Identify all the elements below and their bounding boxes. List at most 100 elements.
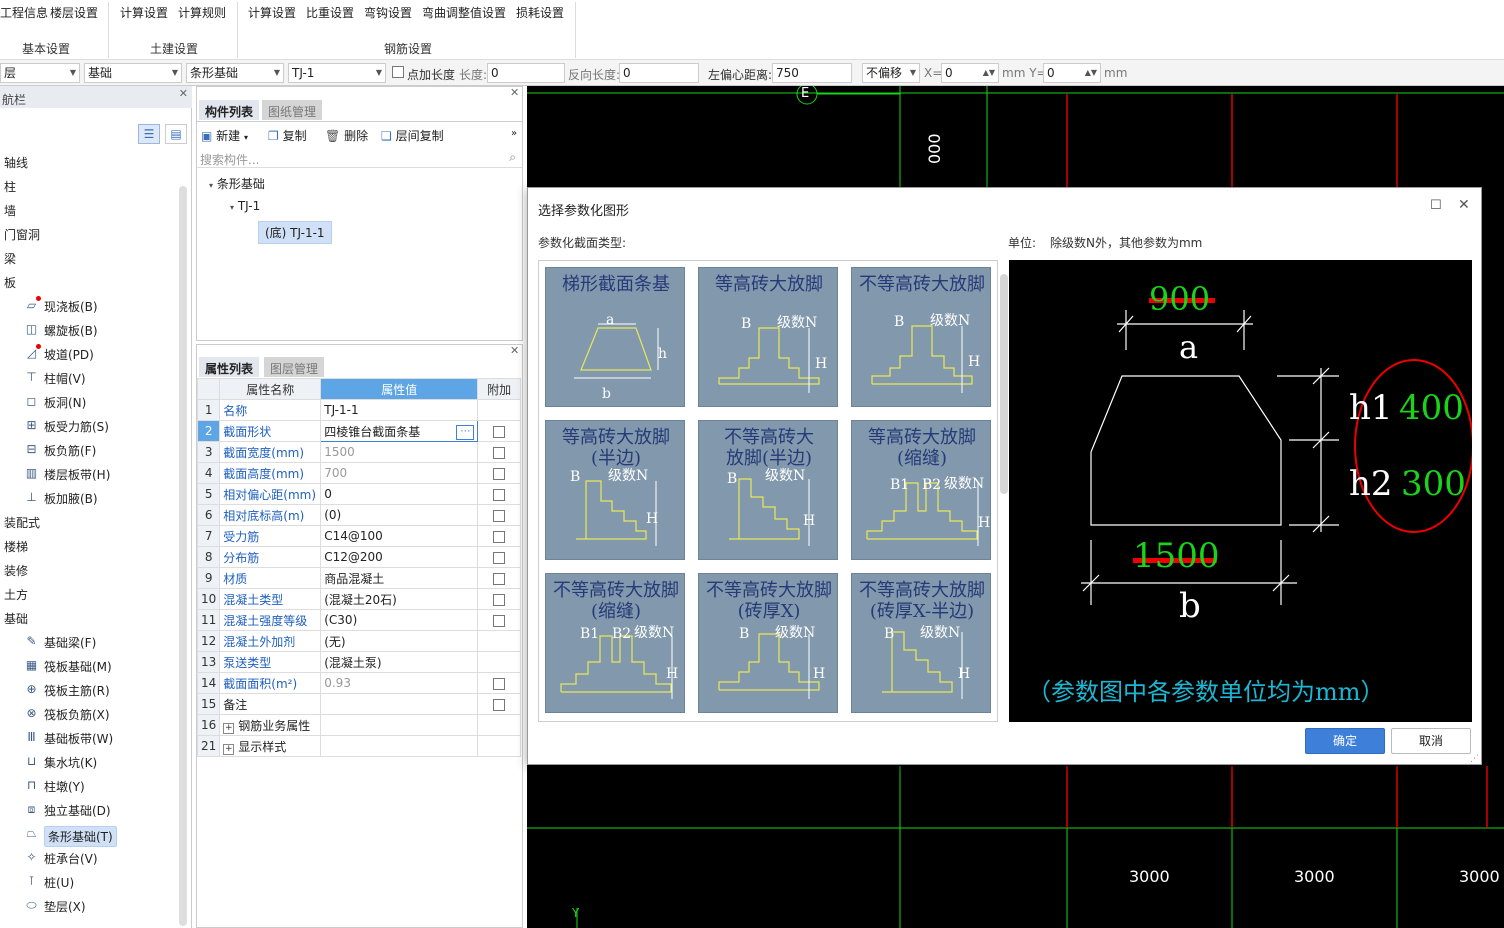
table-row[interactable]: 14 截面面积(m²) 0.93 <box>196 672 521 694</box>
table-row[interactable]: 2 截面形状 四棱锥台截面条基 ⋯ <box>196 420 521 442</box>
property-value[interactable]: (混凝土20石) <box>320 588 479 610</box>
property-value[interactable]: C14@100 <box>320 525 479 547</box>
reverse-length-input[interactable]: 0 <box>619 63 699 83</box>
close-icon[interactable]: ✕ <box>510 344 519 357</box>
tab-drawing-management[interactable]: 图纸管理 <box>262 100 323 120</box>
extra-checkbox[interactable] <box>493 614 506 627</box>
ribbon-bend-settings[interactable]: 弯曲调整值设置 <box>422 4 506 21</box>
extra-checkbox[interactable] <box>493 467 506 480</box>
nav-scrollbar[interactable] <box>179 186 187 926</box>
tree-node-tj1[interactable]: ▾ TJ-1 <box>230 199 260 213</box>
extra-checkbox[interactable] <box>493 509 506 522</box>
new-button[interactable]: ▣ 新建 ▾ <box>201 127 248 144</box>
component-search[interactable]: 搜索构件... ⌕ <box>197 148 522 168</box>
property-value[interactable]: (混凝土泵) <box>320 651 479 673</box>
search-icon[interactable]: ⌕ <box>509 150 516 165</box>
sidebar-item-4[interactable]: 梁 <box>0 247 175 269</box>
table-row[interactable]: 4 截面高度(mm) 700 <box>196 462 521 484</box>
length-input[interactable]: 0 <box>487 63 565 83</box>
sidebar-item-5[interactable]: 板 <box>0 271 175 293</box>
table-row[interactable]: 10 混凝土类型 (混凝土20石) <box>196 588 521 610</box>
sidebar-item-1[interactable]: 柱 <box>0 175 175 197</box>
sidebar-item-17[interactable]: 装修 <box>0 559 175 581</box>
ribbon-weight-settings[interactable]: 比重设置 <box>306 4 354 21</box>
tree-node-tj1-1[interactable]: (底) TJ-1-1 <box>258 221 332 244</box>
property-value[interactable] <box>320 735 479 757</box>
ribbon-project-info[interactable]: 工程信息 <box>0 4 48 21</box>
property-value[interactable] <box>320 714 479 736</box>
resize-grip-icon[interactable]: ⋰ <box>1470 754 1479 764</box>
ribbon-loss-settings[interactable]: 损耗设置 <box>516 4 564 21</box>
close-icon[interactable]: ✕ <box>1458 197 1470 213</box>
y-input[interactable]: 0 ▲▼ <box>1043 63 1101 83</box>
sidebar-item-15[interactable]: 装配式 <box>0 511 175 533</box>
expand-icon[interactable]: + <box>223 722 235 734</box>
tab-layer-management[interactable]: 图层管理 <box>264 357 325 377</box>
sidebar-item-21[interactable]: ▦ 筏板基础(M) <box>0 655 175 677</box>
sidebar-item-9[interactable]: ⊤ 柱帽(V) <box>0 367 175 389</box>
table-row[interactable]: 5 相对偏心距(mm) 0 <box>196 483 521 505</box>
property-value[interactable]: 700 <box>320 462 479 484</box>
shape-tile-3[interactable]: 等高砖大放脚 (半边) B 级数N H <box>545 420 685 560</box>
sidebar-item-30[interactable]: ⊺ 桩(U) <box>0 871 175 893</box>
property-value[interactable]: 0.93 <box>320 672 479 694</box>
shape-tile-1[interactable]: 等高砖大放脚 B 级数N H <box>698 267 838 407</box>
sidebar-item-14[interactable]: ⊥ 板加腋(B) <box>0 487 175 509</box>
ribbon-hook-settings[interactable]: 弯钩设置 <box>364 4 412 21</box>
sidebar-item-10[interactable]: ◻ 板洞(N) <box>0 391 175 413</box>
sidebar-item-25[interactable]: ⊔ 集水坑(K) <box>0 751 175 773</box>
copy-button[interactable]: ❐ 复制 <box>268 127 307 144</box>
close-icon[interactable]: ✕ <box>510 86 519 99</box>
tree-view-icon[interactable]: ▤ <box>165 124 187 144</box>
shape-tile-2[interactable]: 不等高砖大放脚 B 级数N H <box>851 267 991 407</box>
property-value[interactable]: 0 <box>320 483 479 505</box>
table-row[interactable]: 21 + 显示样式 <box>196 735 521 757</box>
floor-select[interactable]: 层 ▼ <box>0 63 80 83</box>
table-row[interactable]: 3 截面宽度(mm) 1500 <box>196 441 521 463</box>
floor-copy-button[interactable]: ❏ 层间复制 <box>381 127 444 144</box>
offset-input[interactable]: 750 <box>772 63 852 83</box>
tab-component-list[interactable]: 构件列表 <box>199 100 260 120</box>
sidebar-item-2[interactable]: 墙 <box>0 199 175 221</box>
property-value[interactable]: 商品混凝土 <box>320 567 479 589</box>
ribbon-rebar-calc-settings[interactable]: 计算设置 <box>248 4 296 21</box>
sidebar-item-12[interactable]: ⊟ 板负筋(F) <box>0 439 175 461</box>
shift-mode-select[interactable]: 不偏移 ▼ <box>862 63 920 83</box>
category-select[interactable]: 基础 ▼ <box>84 63 182 83</box>
type-select[interactable]: 条形基础 ▼ <box>186 63 284 83</box>
spinner-icon[interactable]: ▲▼ <box>1085 64 1097 82</box>
extra-checkbox[interactable] <box>493 530 506 543</box>
sidebar-item-3[interactable]: 门窗洞 <box>0 223 175 245</box>
sidebar-item-8[interactable]: ◿ 坡道(PD) <box>0 343 175 365</box>
table-row[interactable]: 8 分布筋 C12@200 <box>196 546 521 568</box>
cancel-button[interactable]: 取消 <box>1391 728 1471 754</box>
sidebar-item-28[interactable]: ⏢ 条形基础(T) <box>0 823 175 847</box>
property-value[interactable]: C12@200 <box>320 546 479 568</box>
extra-checkbox[interactable] <box>493 488 506 501</box>
extra-checkbox[interactable] <box>493 593 506 606</box>
list-view-icon[interactable]: ☰ <box>138 124 160 144</box>
sidebar-item-18[interactable]: 土方 <box>0 583 175 605</box>
component-select[interactable]: TJ-1 ▼ <box>288 63 386 83</box>
property-value[interactable]: (无) <box>320 630 479 652</box>
shape-tile-4[interactable]: 不等高砖大 放脚(半边) B 级数N H <box>698 420 838 560</box>
sidebar-item-24[interactable]: Ⅲ 基础板带(W) <box>0 727 175 749</box>
ribbon-calc-settings[interactable]: 计算设置 <box>120 4 168 21</box>
table-row[interactable]: 16 + 钢筋业务属性 <box>196 714 521 736</box>
extra-checkbox[interactable] <box>493 425 506 438</box>
shape-tile-6[interactable]: 不等高砖大放脚 (缩缝) B1 B2 级数N H <box>545 573 685 713</box>
search-input[interactable]: 搜索构件... <box>200 151 259 168</box>
property-value[interactable]: (0) <box>320 504 479 526</box>
ribbon-calc-rules[interactable]: 计算规则 <box>178 4 226 21</box>
sidebar-item-22[interactable]: ⊕ 筏板主筋(R) <box>0 679 175 701</box>
property-value[interactable]: (C30) <box>320 609 479 631</box>
sidebar-item-13[interactable]: ▥ 楼层板带(H) <box>0 463 175 485</box>
table-row[interactable]: 1 名称 TJ-1-1 <box>196 399 521 421</box>
extra-checkbox[interactable] <box>493 677 506 690</box>
sidebar-item-19[interactable]: 基础 <box>0 607 175 629</box>
table-row[interactable]: 9 材质 商品混凝土 <box>196 567 521 589</box>
table-row[interactable]: 7 受力筋 C14@100 <box>196 525 521 547</box>
sidebar-item-11[interactable]: ⊞ 板受力筋(S) <box>0 415 175 437</box>
sidebar-item-20[interactable]: ✎ 基础梁(F) <box>0 631 175 653</box>
extra-checkbox[interactable] <box>493 551 506 564</box>
